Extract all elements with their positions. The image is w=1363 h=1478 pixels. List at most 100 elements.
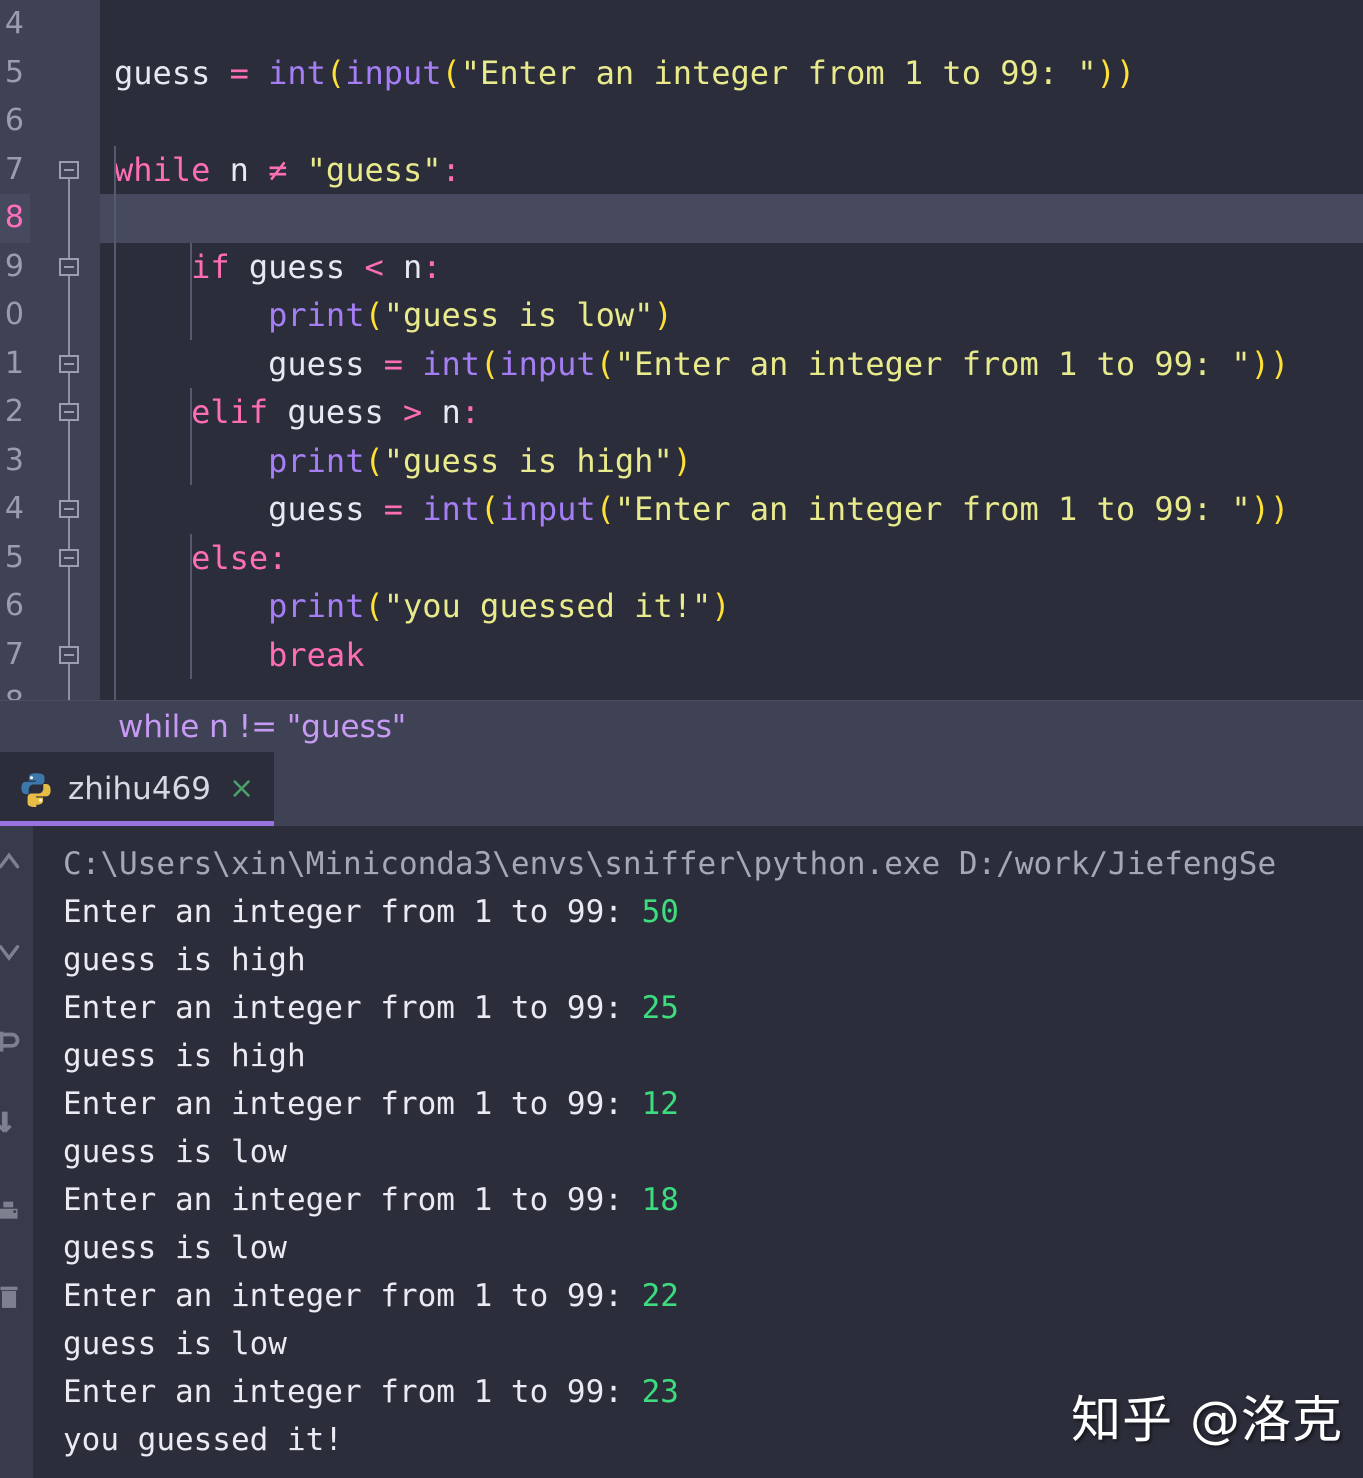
arrow-up-icon[interactable]: [0, 844, 26, 878]
line-number-gutter[interactable]: 456789012345678: [0, 0, 30, 720]
indent-guide: [190, 242, 192, 340]
code-token: int: [422, 490, 481, 528]
code-token: ): [1115, 53, 1136, 92]
run-toolwindow-tabbar: zhihu469 ×: [0, 752, 1363, 826]
fold-toggle-icon[interactable]: [59, 403, 79, 421]
soft-wrap-icon[interactable]: [0, 1106, 26, 1140]
arrow-down-icon[interactable]: [0, 934, 26, 968]
console-output-line: Enter an integer from 1 to 99: 25: [63, 984, 1363, 1032]
indent-guide: [114, 145, 116, 700]
code-token: :: [441, 150, 461, 189]
console-output-line: Enter an integer from 1 to 99: 50: [63, 888, 1363, 936]
code-folding-gutter[interactable]: [30, 0, 100, 703]
code-token: while: [114, 150, 230, 189]
line-number[interactable]: 8: [0, 194, 30, 243]
code-line[interactable]: if guess < n:: [100, 243, 1363, 292]
line-number[interactable]: 3: [0, 437, 30, 486]
code-line[interactable]: else:: [100, 534, 1363, 583]
close-icon[interactable]: ×: [229, 774, 254, 804]
trash-icon[interactable]: [0, 1281, 26, 1315]
code-line[interactable]: [100, 679, 1363, 700]
line-number[interactable]: 7: [0, 146, 30, 195]
line-number[interactable]: 4: [0, 0, 30, 49]
code-token: (: [441, 53, 461, 92]
console-user-input: 23: [641, 1374, 679, 1410]
console-output-line: guess is high: [63, 1032, 1363, 1080]
console-text: guess is low: [63, 1134, 287, 1170]
code-line[interactable]: [100, 194, 1363, 243]
code-line[interactable]: print("guess is high"): [100, 437, 1363, 486]
line-number[interactable]: 5: [0, 534, 30, 583]
console-command-line: C:\Users\xin\Miniconda3\envs\sniffer\pyt…: [63, 840, 1363, 888]
code-line[interactable]: print("guess is low"): [100, 291, 1363, 340]
line-number[interactable]: 6: [0, 582, 30, 631]
rerun-icon[interactable]: [0, 1026, 26, 1060]
fold-minus-glyph: [64, 168, 74, 171]
console-toolbar[interactable]: [0, 826, 33, 1478]
code-line[interactable]: guess = int(input("Enter an integer from…: [100, 340, 1363, 389]
console-output-line: guess is high: [63, 936, 1363, 984]
line-number[interactable]: 9: [0, 243, 30, 292]
console-user-input: 18: [641, 1182, 679, 1218]
console-text: Enter an integer from 1 to 99:: [63, 1374, 642, 1410]
breadcrumb-label: while n != "guess": [118, 709, 407, 745]
console-text: guess is high: [63, 942, 306, 978]
code-line[interactable]: while n ≠ "guess":: [100, 146, 1363, 195]
fold-toggle-icon[interactable]: [59, 500, 79, 518]
code-token: guess: [268, 490, 384, 528]
code-token: int: [422, 344, 481, 383]
fold-toggle-icon[interactable]: [59, 548, 79, 567]
code-line[interactable]: [100, 0, 1363, 49]
line-number-label: 6: [4, 588, 24, 623]
code-token: (: [595, 344, 615, 383]
fold-toggle-icon[interactable]: [59, 645, 79, 664]
line-number[interactable]: 2: [0, 388, 30, 437]
code-token: ): [1269, 344, 1290, 383]
line-number[interactable]: 0: [0, 291, 30, 340]
code-token: break: [268, 635, 365, 674]
line-number-label: 0: [4, 297, 24, 332]
line-number[interactable]: 6: [0, 97, 30, 146]
code-token: "you guessed it!": [383, 587, 712, 625]
line-number[interactable]: 4: [0, 485, 30, 534]
fold-toggle-icon[interactable]: [59, 257, 79, 276]
code-token: ): [711, 587, 731, 625]
console-text: guess is low: [63, 1230, 287, 1266]
code-token: ): [672, 441, 692, 480]
code-line[interactable]: [100, 97, 1363, 146]
code-token: else: [191, 538, 269, 577]
fold-toggle-icon[interactable]: [59, 160, 79, 179]
console-text: Enter an integer from 1 to 99:: [63, 1278, 642, 1314]
code-token: ): [653, 296, 673, 334]
code-token: =: [383, 490, 423, 528]
code-line[interactable]: elif guess > n:: [100, 388, 1363, 437]
code-line[interactable]: break: [100, 631, 1363, 680]
code-token: int: [268, 53, 326, 92]
code-token: =: [383, 344, 423, 383]
code-token: guess: [114, 53, 230, 92]
code-content-area[interactable]: guess = int(input("Enter an integer from…: [100, 0, 1363, 700]
line-number[interactable]: 5: [0, 49, 30, 98]
code-token: n: [402, 247, 423, 286]
line-number[interactable]: 1: [0, 340, 30, 389]
code-token: guess: [268, 344, 384, 383]
code-token: ): [1250, 344, 1270, 383]
console-text: Enter an integer from 1 to 99:: [63, 1086, 642, 1122]
code-token: <: [364, 247, 403, 286]
console-output-line: guess is low: [63, 1224, 1363, 1272]
code-token: "guess": [306, 150, 442, 189]
fold-minus-glyph: [64, 508, 74, 510]
code-line[interactable]: guess = int(input("Enter an integer from…: [100, 485, 1363, 534]
line-number[interactable]: 7: [0, 631, 30, 680]
run-tab-zhihu469[interactable]: zhihu469 ×: [0, 752, 274, 826]
print-icon[interactable]: [0, 1196, 26, 1230]
code-line[interactable]: guess = int(input("Enter an integer from…: [100, 49, 1363, 98]
code-line[interactable]: print("you guessed it!"): [100, 582, 1363, 631]
fold-minus-glyph: [64, 556, 74, 559]
indent-guide: [190, 533, 192, 679]
fold-toggle-icon[interactable]: [59, 354, 79, 373]
code-editor[interactable]: 456789012345678 guess = int(input("Enter…: [0, 0, 1363, 720]
breadcrumb[interactable]: while n != "guess": [0, 700, 1363, 753]
console-output-line: guess is low: [63, 1320, 1363, 1368]
